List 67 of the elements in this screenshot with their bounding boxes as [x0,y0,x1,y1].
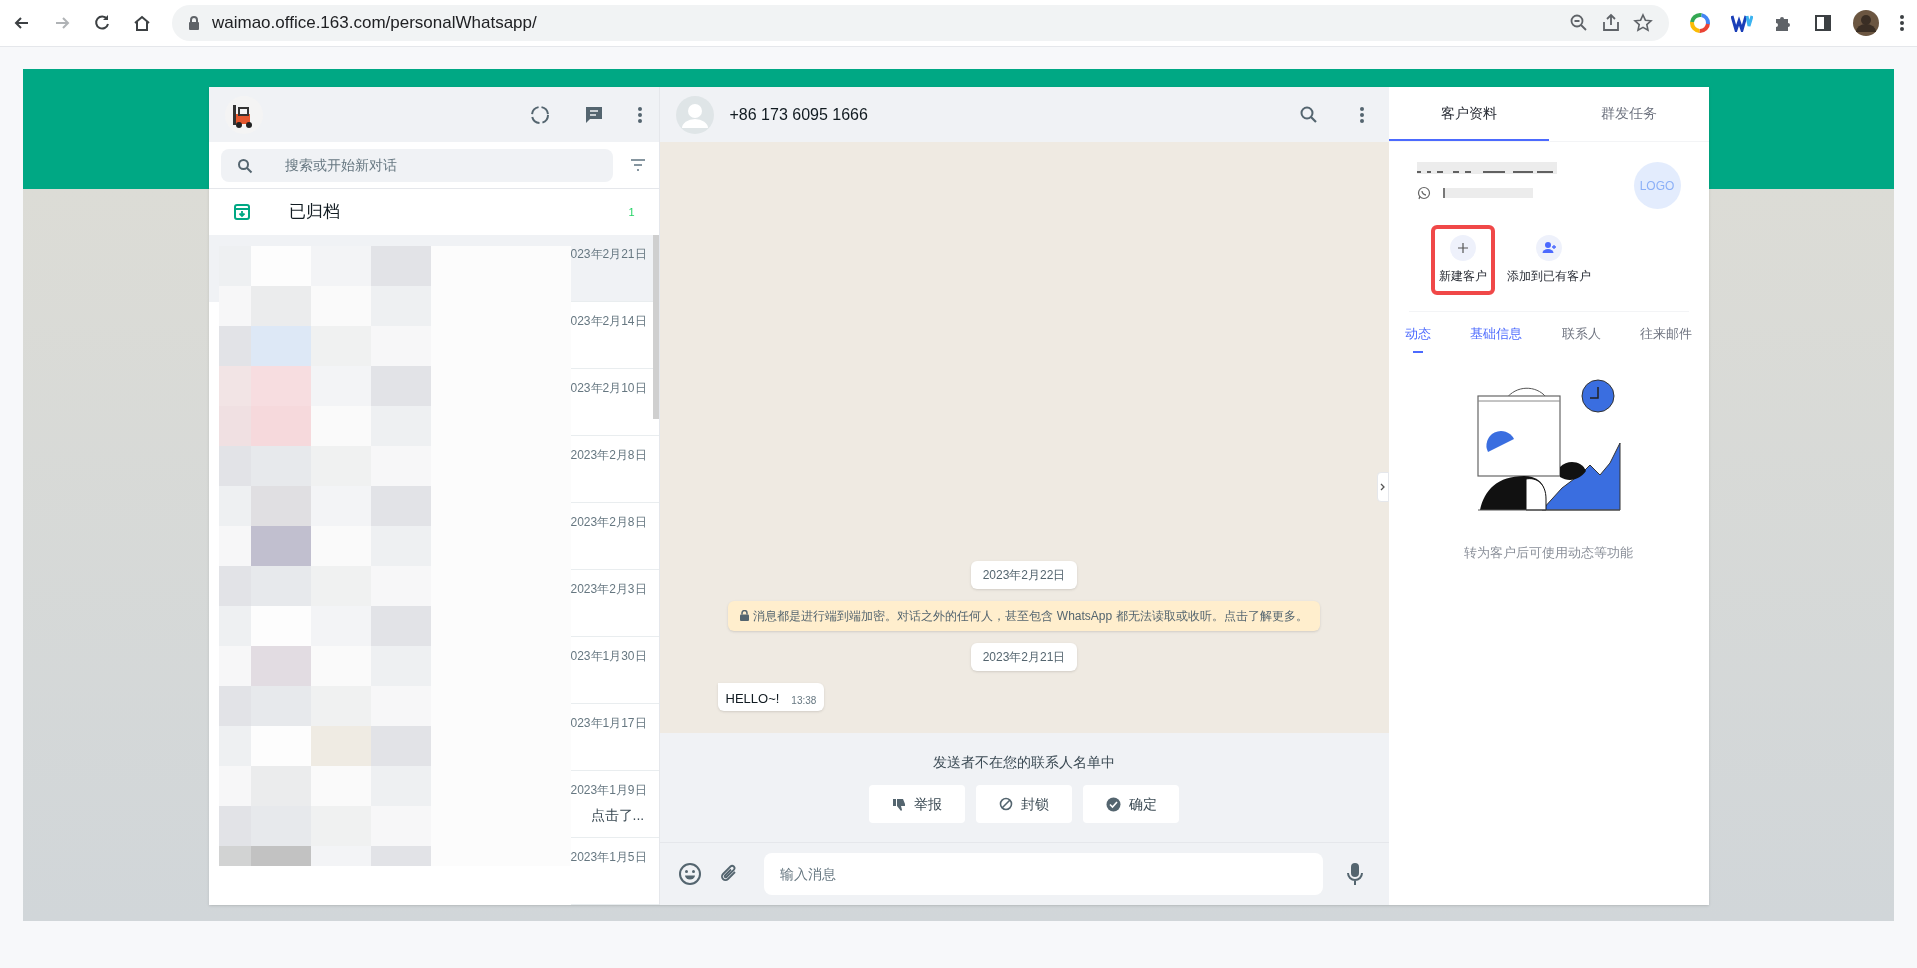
archived-count: 1 [628,204,635,220]
notice-button[interactable]: 封锁 [976,785,1072,823]
empty-state-text: 转为客户后可使用动态等功能 [1464,543,1633,562]
search-icon [236,157,253,174]
sub-tab[interactable]: 联系人 [1561,324,1601,353]
chat-date: 023年2月10日 [570,380,647,397]
menu-icon[interactable] [1899,13,1905,33]
extension-w-icon[interactable] [1731,14,1753,32]
status-icon[interactable] [528,103,551,126]
archived-row[interactable]: 已归档 1 [208,189,659,235]
chat-preview: 点击了... [590,806,645,825]
date-chip: 2023年2月21日 [970,642,1078,671]
menu-icon[interactable] [1358,104,1365,125]
chat-date: 023年1月30日 [570,648,647,665]
chat-date: 023年2月21日 [570,246,647,263]
profile-avatar[interactable] [1853,10,1879,36]
zoom-icon[interactable] [1569,13,1589,33]
plus-icon [1449,235,1476,261]
extension-ring-icon[interactable] [1689,12,1711,34]
customer-action[interactable]: 新建客户 [1430,225,1495,295]
thumbs-down-icon [892,797,906,811]
filter-icon[interactable] [628,158,647,172]
sub-tab[interactable]: 基础信息 [1470,324,1523,353]
chat-date: 2023年2月8日 [570,447,647,464]
logo-avatar: LOGO [1633,162,1681,209]
menu-icon[interactable] [636,104,643,125]
side-panel-icon[interactable] [1813,13,1833,33]
scrollbar[interactable] [652,235,659,419]
panel-tab[interactable]: 群发任务 [1548,87,1709,141]
sub-tab[interactable]: 动态 [1404,324,1431,353]
block-icon [999,797,1013,811]
home-icon[interactable] [132,13,152,33]
lock-icon [188,16,200,30]
chevron-right-icon [1379,483,1386,491]
panel-tab[interactable]: 客户资料 [1388,87,1549,141]
share-icon[interactable] [1601,13,1621,33]
message-time: 13:38 [791,694,817,708]
reload-icon[interactable] [92,13,112,33]
chat-date: 023年2月14日 [570,313,647,330]
archived-label: 已归档 [288,201,341,224]
message-input[interactable]: 输入消息 [763,853,1323,895]
search-field[interactable]: 搜索或开始新对话 [220,148,613,182]
chat-date: 2023年1月9日 [570,782,647,799]
bookmark-star-icon[interactable] [1633,13,1653,33]
chat-date: 023年1月17日 [570,715,647,732]
lock-icon [740,610,750,621]
chat-date: 2023年1月5日 [570,849,647,866]
check-circle-icon [1105,796,1121,812]
whatsapp-icon [1416,186,1431,200]
chat-date: 2023年2月3日 [570,581,647,598]
notice-text: 发送者不在您的联系人名单中 [933,753,1115,772]
notice-button[interactable]: 举报 [869,785,965,823]
url-text: waimao.office.163.com/personalWhatsapp/ [212,12,538,35]
add-person-icon [1535,235,1562,261]
sub-tab[interactable]: 往来邮件 [1640,324,1693,353]
notice-button[interactable]: 确定 [1083,785,1179,823]
microphone-icon[interactable] [1346,862,1363,886]
contact-name: +86 173 6095 1666 [729,104,869,125]
customer-action[interactable]: 添加到已有客户 [1498,225,1599,295]
address-bar[interactable]: waimao.office.163.com/personalWhatsapp/ [172,5,1669,41]
date-chip: 2023年2月22日 [970,560,1078,589]
archive-icon [232,203,251,221]
message-text: HELLO~! [725,689,780,708]
chat-date: 2023年2月8日 [570,514,647,531]
emoji-icon[interactable] [677,862,702,886]
search-icon[interactable] [1298,104,1319,125]
encryption-notice[interactable]: 消息都是进行端到端加密。对话之外的任何人，甚至包含 WhatsApp 都无法读取或收听。点击了解更多。 [728,600,1320,631]
